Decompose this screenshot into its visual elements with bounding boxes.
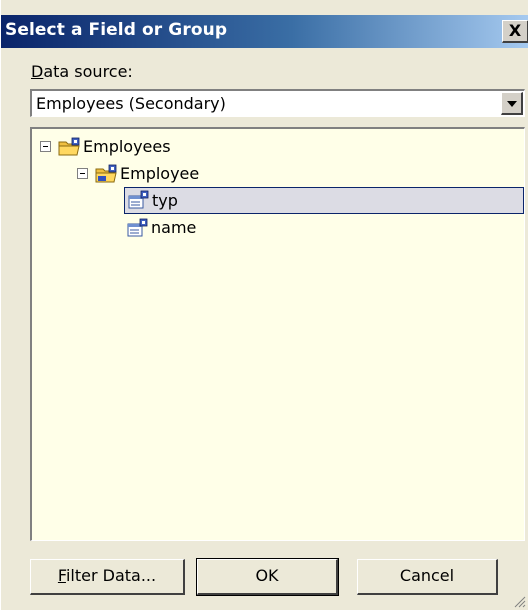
tree-node-label: name: [151, 218, 197, 237]
data-source-label: Data source:: [31, 62, 133, 81]
folder-icon: [58, 137, 80, 156]
field-icon: [128, 190, 149, 209]
dialog-title: Select a Field or Group: [5, 20, 228, 40]
tree-node-label: Employee: [120, 164, 200, 183]
cancel-label: Cancel: [399, 566, 455, 585]
tree-node-label: Employees: [83, 137, 171, 156]
tree-node-employee[interactable]: Employee: [77, 162, 277, 186]
field-tree[interactable]: Employees Employee typ name: [30, 127, 525, 541]
close-button[interactable]: X: [502, 20, 528, 43]
filter-data-button[interactable]: Filter Data...: [30, 559, 185, 595]
data-source-value: Employees (Secondary): [36, 94, 226, 113]
field-icon: [127, 218, 148, 237]
data-source-label-text: ata source:: [43, 62, 133, 81]
data-source-select[interactable]: Employees (Secondary): [30, 89, 525, 117]
collapse-icon[interactable]: [40, 141, 51, 152]
close-icon: X: [508, 21, 522, 40]
filter-data-label-text: ilter Data...: [65, 566, 157, 585]
tree-node-name[interactable]: name: [124, 216, 324, 240]
chevron-down-icon[interactable]: [501, 92, 523, 115]
cancel-button[interactable]: Cancel: [357, 559, 498, 595]
title-bar[interactable]: Select a Field or Group X: [1, 15, 528, 48]
resize-grip-icon[interactable]: [512, 594, 526, 608]
tree-node-typ[interactable]: typ: [124, 187, 524, 214]
ok-button[interactable]: OK: [196, 558, 339, 596]
data-source-label-accel: D: [31, 62, 44, 81]
filter-data-label-accel: F: [57, 566, 66, 585]
tree-node-employees[interactable]: Employees: [40, 135, 240, 159]
repeating-folder-icon: [95, 164, 117, 183]
filter-data-label: Filter Data...: [58, 566, 156, 585]
select-field-dialog: Select a Field or Group X Data source: E…: [0, 0, 528, 610]
ok-label: OK: [255, 566, 279, 585]
tree-node-label: typ: [152, 191, 178, 210]
collapse-icon[interactable]: [77, 168, 88, 179]
